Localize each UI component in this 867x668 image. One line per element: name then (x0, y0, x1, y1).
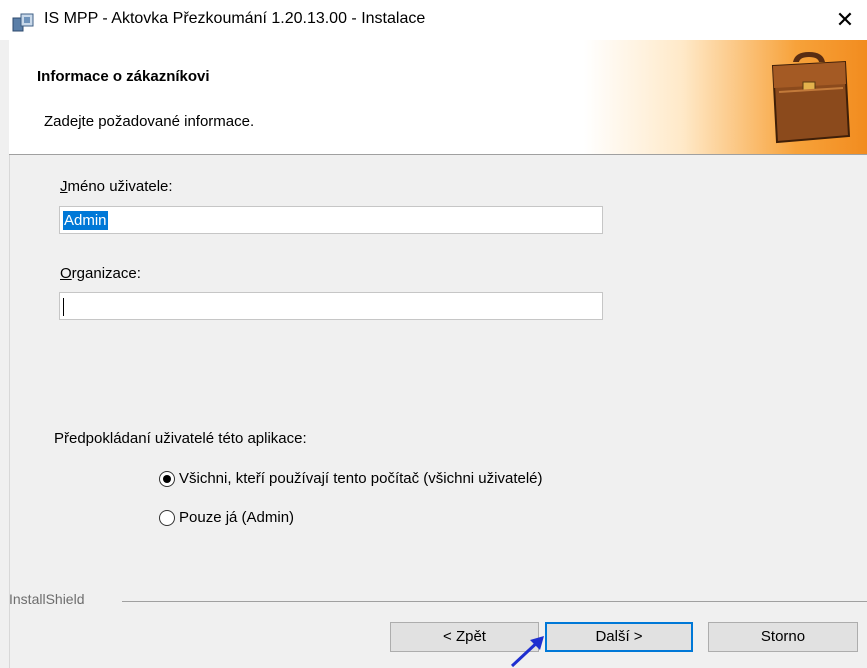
header-title: Informace o zákazníkovi (37, 68, 210, 85)
title-bar: IS MPP - Aktovka Přezkoumání 1.20.13.00 … (0, 0, 867, 40)
radio-only-me-label: Pouze já (Admin) (179, 509, 295, 526)
cancel-button[interactable]: Storno (708, 622, 858, 652)
footer-divider (122, 601, 867, 602)
radio-all-users-label: Všichni, kteří používají tento počítač (… (179, 470, 543, 487)
window-title: IS MPP - Aktovka Přezkoumání 1.20.13.00 … (44, 10, 426, 27)
dialog-header: Informace o zákazníkovi Zadejte požadova… (9, 40, 867, 155)
header-subtitle: Zadejte požadované informace. (44, 113, 255, 130)
close-button[interactable]: ✕ (830, 6, 860, 34)
radio-selected-icon (159, 470, 175, 487)
text-caret (63, 298, 64, 316)
radio-all-users[interactable]: Všichni, kteří používají tento počítač (… (159, 470, 543, 487)
username-input[interactable]: Admin (59, 206, 603, 234)
installer-icon (12, 13, 34, 32)
radio-unselected-icon (159, 509, 175, 526)
installshield-brand: InstallShield (9, 591, 85, 607)
username-label: Jméno uživatele: (60, 178, 173, 195)
organization-label: Organizace: (60, 265, 141, 282)
organization-input[interactable] (59, 292, 603, 320)
next-button[interactable]: Další > (545, 622, 693, 652)
briefcase-icon (771, 52, 851, 144)
username-value: Admin (63, 211, 108, 230)
mouse-pointer-icon (510, 636, 544, 668)
users-group-label: Předpokládaní uživatelé této aplikace: (54, 430, 307, 447)
header-banner (584, 40, 867, 154)
radio-only-me[interactable]: Pouze já (Admin) (159, 509, 294, 526)
